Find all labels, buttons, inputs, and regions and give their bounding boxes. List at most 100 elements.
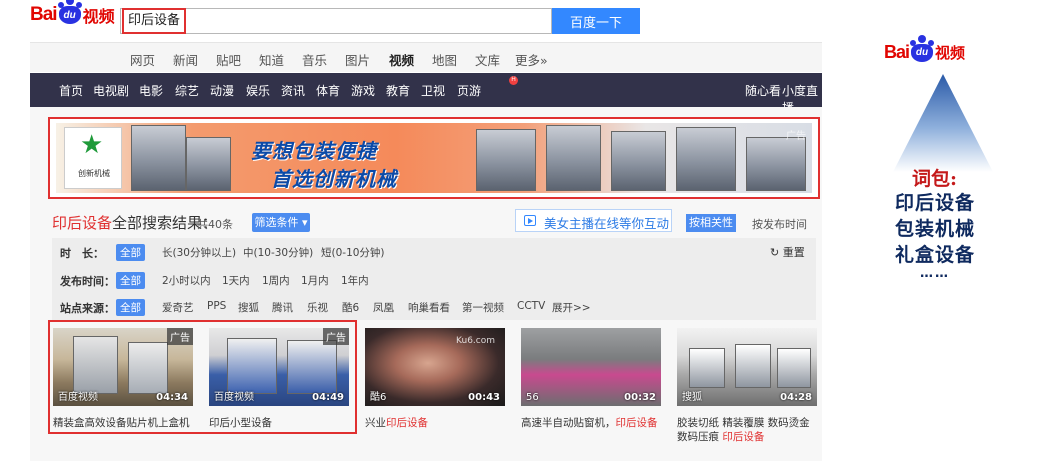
filter-conditions-button[interactable]: 筛选条件 ▾ <box>252 213 310 232</box>
publish-option-all[interactable]: 全部 <box>116 272 145 289</box>
duration-option-medium[interactable]: 中(10-30分钟) <box>243 245 313 260</box>
video-thumbnail[interactable]: 搜狐 04:28 <box>677 328 817 406</box>
keyword-term: 礼盒设备 <box>895 244 976 266</box>
machine-image <box>735 344 771 388</box>
tab-tieba[interactable]: 贴吧 <box>216 50 241 69</box>
spotlight-triangle <box>893 74 993 172</box>
star-icon: ★ <box>80 130 104 160</box>
video-title[interactable]: 兴业印后设备 <box>365 416 515 430</box>
channel-nav: 首页 电视剧 电影 综艺 动漫 娱乐 资讯 体育 游戏 教育 卫视 页游 H 随… <box>30 73 822 115</box>
nav-tv-series[interactable]: 电视剧 <box>93 82 129 99</box>
source-option-v1[interactable]: 第一视频 <box>462 300 504 315</box>
machine-image <box>746 137 806 191</box>
search-button[interactable]: 百度一下 <box>552 8 640 34</box>
source-option-letv[interactable]: 乐视 <box>307 300 328 315</box>
paw-icon: du <box>58 6 81 24</box>
video-title[interactable]: 胶装切纸 精装覆膜 数码烫金 数码压痕 印后设备 <box>677 416 817 444</box>
publish-option-1m[interactable]: 1月内 <box>301 273 329 288</box>
reset-button[interactable]: ↻ 重置 <box>770 244 805 260</box>
tab-zhidao[interactable]: 知道 <box>259 50 284 69</box>
source-option-phoenix[interactable]: 凤凰 <box>373 300 394 315</box>
video-thumbnail[interactable]: Ku6.com 酷6 00:43 <box>365 328 505 406</box>
publish-option-1y[interactable]: 1年内 <box>341 273 369 288</box>
nav-web-games[interactable]: 页游 <box>457 82 481 99</box>
machine-image <box>611 131 666 191</box>
machine-image <box>131 125 186 191</box>
results-count: 共40条 <box>197 218 233 231</box>
machine-image <box>128 342 168 394</box>
source-option-all[interactable]: 全部 <box>116 299 145 316</box>
nav-news[interactable]: 资讯 <box>281 82 305 99</box>
nav-movies[interactable]: 电影 <box>139 82 163 99</box>
nav-games[interactable]: 游戏 <box>351 82 375 99</box>
nav-satellite-tv[interactable]: 卫视 <box>421 82 445 99</box>
machine-image <box>546 125 601 191</box>
machine-image <box>689 348 725 388</box>
keyword-pack-label: 词包: <box>912 168 958 190</box>
tab-video[interactable]: 视频 <box>386 50 417 77</box>
source-option-xiangchao[interactable]: 响巢看看 <box>408 300 450 315</box>
publish-option-1d[interactable]: 1天内 <box>222 273 250 288</box>
baidu-video-logo[interactable]: Bai du 视频 <box>30 3 115 27</box>
video-thumbnail[interactable]: 56 00:32 <box>521 328 661 406</box>
ad-slogan-2: 首选创新机械 <box>271 167 397 191</box>
duration-option-long[interactable]: 长(30分钟以上) <box>162 245 236 260</box>
tab-wenku[interactable]: 文库 <box>475 50 500 69</box>
machine-image <box>777 348 811 388</box>
publish-option-2h[interactable]: 2小时以内 <box>162 273 211 288</box>
play-icon <box>524 215 536 226</box>
live-stream-banner[interactable]: 美女主播在线等你互动 <box>515 209 672 232</box>
nav-home[interactable]: 首页 <box>59 82 83 99</box>
source-option-sohu[interactable]: 搜狐 <box>238 300 259 315</box>
ad-slogan-1: 要想包装便捷 <box>251 139 377 163</box>
source-option-iqiyi[interactable]: 爱奇艺 <box>162 300 194 315</box>
video-thumbnail[interactable]: 广告 百度视频 04:34 <box>53 328 193 406</box>
duration-option-all[interactable]: 全部 <box>116 244 145 261</box>
video-title[interactable]: 精装盒高效设备贴片机上盒机 <box>53 416 203 430</box>
source-label: 站点来源： <box>60 302 115 315</box>
video-thumbnail[interactable]: 广告 百度视频 04:49 <box>209 328 349 406</box>
ad-mark: 广告 <box>786 131 806 142</box>
duration-option-short[interactable]: 短(0-10分钟) <box>321 245 385 260</box>
publish-option-1w[interactable]: 1周内 <box>262 273 290 288</box>
product-tabs: 网页 新闻 贴吧 知道 音乐 图片 视频 地图 文库 更多» <box>30 42 822 77</box>
nav-sports[interactable]: 体育 <box>316 82 340 99</box>
video-title[interactable]: 高速半自动贴窗机，印后设备 <box>521 416 671 430</box>
paw-icon: du <box>911 43 934 62</box>
tab-web[interactable]: 网页 <box>130 50 155 69</box>
sort-relevance-button[interactable]: 按相关性 <box>686 214 736 232</box>
tab-images[interactable]: 图片 <box>345 50 370 69</box>
source-option-tencent[interactable]: 腾讯 <box>272 300 293 315</box>
source-expand-link[interactable]: 展开>> <box>552 300 591 315</box>
nav-anime[interactable]: 动漫 <box>210 82 234 99</box>
source-option-cctv[interactable]: CCTV <box>517 300 545 312</box>
machine-image <box>227 338 277 394</box>
hot-badge: H <box>509 76 518 85</box>
keyword-term: 印后设备 <box>895 192 976 214</box>
publish-time-label: 发布时间： <box>60 275 115 288</box>
video-title[interactable]: 印后小型设备 <box>209 416 359 430</box>
tab-news[interactable]: 新闻 <box>173 50 198 69</box>
company-logo: ★ 创新机械 <box>64 127 122 189</box>
nav-suixinkan[interactable]: 随心看 <box>745 82 781 99</box>
machine-image <box>73 336 118 394</box>
nav-variety[interactable]: 综艺 <box>175 82 199 99</box>
source-option-ku6[interactable]: 酷6 <box>342 300 359 315</box>
refresh-icon: ↻ <box>770 246 783 259</box>
machine-image <box>676 127 736 191</box>
tab-map[interactable]: 地图 <box>432 50 457 69</box>
baidu-video-logo-side: Bai du 视频 <box>884 42 966 62</box>
keyword-term: 包装机械 <box>895 218 976 240</box>
sort-time-button[interactable]: 按发布时间 <box>752 216 807 232</box>
source-option-pps[interactable]: PPS <box>207 300 226 312</box>
keyword-ellipsis: …… <box>920 266 950 281</box>
tab-more[interactable]: 更多» <box>515 50 548 69</box>
results-title: 印后设备全部搜索结果： <box>52 214 218 232</box>
nav-entertainment[interactable]: 娱乐 <box>246 82 270 99</box>
nav-education[interactable]: 教育 <box>386 82 410 99</box>
ad-banner-image: ★ 创新机械 要想包装便捷 首选创新机械 广告 <box>56 123 812 193</box>
ad-banner[interactable]: ★ 创新机械 要想包装便捷 首选创新机械 广告 <box>48 117 820 199</box>
duration-label: 时 长： <box>60 247 104 260</box>
search-query-highlight[interactable]: 印后设备 <box>122 8 187 34</box>
tab-music[interactable]: 音乐 <box>302 50 327 69</box>
